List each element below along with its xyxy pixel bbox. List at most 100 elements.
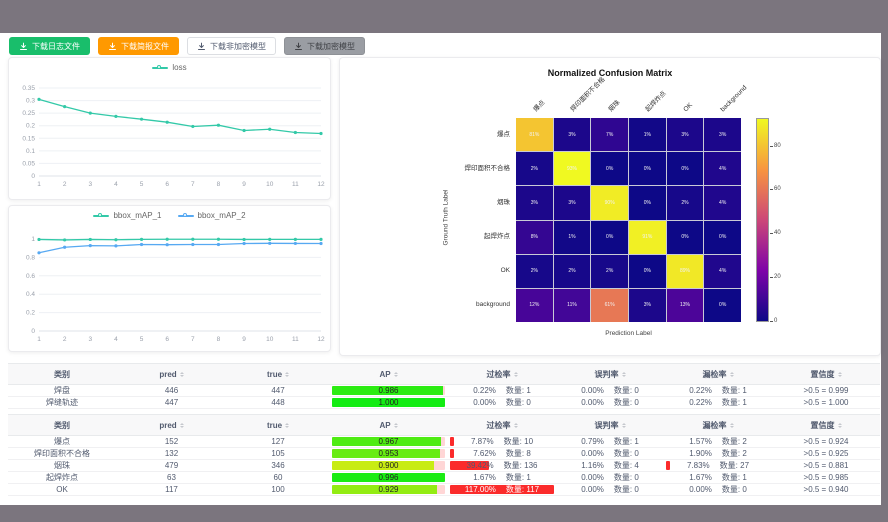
sort-caret-icon[interactable] [838,370,842,379]
overcheck-rate-cell: 39.42%数量: 136 [448,460,556,471]
matrix-cell: 0% [629,152,666,185]
sort-asc-icon [180,370,184,374]
overcheck-rate-cell: 0.00%数量: 0 [448,397,556,408]
sort-asc-icon [730,421,734,425]
rate-text: 0.00%数量: 0 [581,397,639,408]
sort-caret-icon[interactable] [180,421,184,430]
y-tick-label: 0.2 [26,310,35,317]
col-header-label: AP [379,421,390,430]
matrix-col-label: background [720,84,750,114]
data-point [63,105,66,108]
x-tick-label: 6 [165,336,169,343]
col-header-误判率[interactable]: 误判率 [556,364,664,384]
confidence-cell: >0.5 = 0.925 [772,448,880,459]
rate-percent: 1.90% [689,449,712,458]
col-header-漏检率[interactable]: 漏检率 [664,364,772,384]
col-header-label: 过检率 [487,369,511,380]
download-icon [108,42,117,51]
x-tick-label: 10 [266,336,274,343]
sort-caret-icon[interactable] [838,421,842,430]
sort-caret-icon[interactable] [622,370,626,379]
x-tick-label: 3 [88,181,92,188]
ap-value: 0.967 [332,437,445,446]
col-header-pred[interactable]: pred [116,415,227,435]
col-header-过检率[interactable]: 过检率 [448,415,556,435]
matrix-cell: 3% [704,118,741,151]
col-header-误判率[interactable]: 误判率 [556,415,664,435]
misjudge-rate-cell: 0.00%数量: 0 [556,448,664,459]
x-tick-label: 5 [140,336,144,343]
rate-bar [450,449,454,458]
matrix-col-label: 起焊炸点 [645,90,669,114]
download-log-button[interactable]: 下载日志文件 [9,37,90,55]
sort-caret-icon[interactable] [514,421,518,430]
confusion-matrix-card: Normalized Confusion Matrix Ground Truth… [339,57,881,356]
col-header-漏检率[interactable]: 漏检率 [664,415,772,435]
y-tick-label: 0.05 [22,160,35,167]
col-header-AP[interactable]: AP [329,364,448,384]
ground-truth-axis-label: Ground Truth Label [443,170,450,266]
metrics-table: 类别predtrueAP过检率误判率漏检率置信度爆点1521270.9677.8… [8,414,880,496]
sort-desc-icon [622,426,626,430]
matrix-cell: 3% [554,118,591,151]
sort-caret-icon[interactable] [730,370,734,379]
data-point [89,112,92,115]
miss-rate-cell: 0.22%数量: 1 [664,385,772,396]
sort-asc-icon [838,421,842,425]
sort-desc-icon [285,426,289,430]
download-brief-button[interactable]: 下载简报文件 [98,37,179,55]
confidence-cell: >0.5 = 1.000 [772,397,880,408]
x-tick-label: 3 [88,336,92,343]
matrix-cell: 0% [667,221,704,254]
matrix-cell: 1% [554,221,591,254]
colorbar [756,118,769,322]
overcheck-rate-cell: 7.62%数量: 8 [448,448,556,459]
rate-text: 117.00%数量: 117 [465,484,539,495]
matrix-row-label: 起焊炸点 [400,233,510,241]
col-header-过检率[interactable]: 过检率 [448,364,556,384]
sort-caret-icon[interactable] [394,370,398,379]
ap-value: 0.929 [332,485,445,494]
miss-rate-cell: 0.00%数量: 0 [664,484,772,495]
sort-desc-icon [514,375,518,379]
col-header-true[interactable]: true [227,364,329,384]
matrix-col-label: 烟珠 [607,99,622,114]
sort-caret-icon[interactable] [180,370,184,379]
matrix-cell: 11% [554,289,591,322]
rate-text: 0.00%数量: 0 [689,484,747,495]
col-header-label: 漏检率 [703,369,727,380]
matrix-cell: 3% [629,289,666,322]
table-row: 焊印面积不合格1321050.9537.62%数量: 80.00%数量: 01.… [8,448,880,460]
true-count-cell: 346 [227,460,329,471]
matrix-cell: 2% [667,186,704,219]
col-header-AP[interactable]: AP [329,415,448,435]
ap-bar-track: 0.967 [332,437,445,446]
download-plain-model-button[interactable]: 下载非加密模型 [187,37,276,55]
sort-caret-icon[interactable] [285,421,289,430]
sort-asc-icon [394,421,398,425]
table-row: OK1171000.929117.00%数量: 1170.00%数量: 00.0… [8,484,880,496]
col-header-置信度[interactable]: 置信度 [772,415,880,435]
y-tick-label: 0.3 [26,98,35,105]
sort-desc-icon [394,426,398,430]
ap-value: 0.953 [332,449,445,458]
miss-rate-cell: 7.83%数量: 27 [664,460,772,471]
col-header-pred[interactable]: pred [116,364,227,384]
sort-asc-icon [514,370,518,374]
rate-percent: 0.22% [473,386,496,395]
download-encrypted-model-button[interactable]: 下载加密模型 [284,37,365,55]
pred-count-cell: 63 [116,472,227,483]
col-header-true[interactable]: true [227,415,329,435]
rate-percent: 117.00% [465,485,496,494]
rate-count: 数量: 1 [722,397,747,408]
sort-caret-icon[interactable] [285,370,289,379]
sort-caret-icon[interactable] [394,421,398,430]
sort-caret-icon[interactable] [730,421,734,430]
sort-caret-icon[interactable] [622,421,626,430]
sort-caret-icon[interactable] [514,370,518,379]
rate-count: 数量: 136 [504,460,538,471]
data-point [63,238,66,241]
rate-count: 数量: 0 [722,484,747,495]
rate-text: 1.16%数量: 4 [581,460,639,471]
col-header-置信度[interactable]: 置信度 [772,364,880,384]
